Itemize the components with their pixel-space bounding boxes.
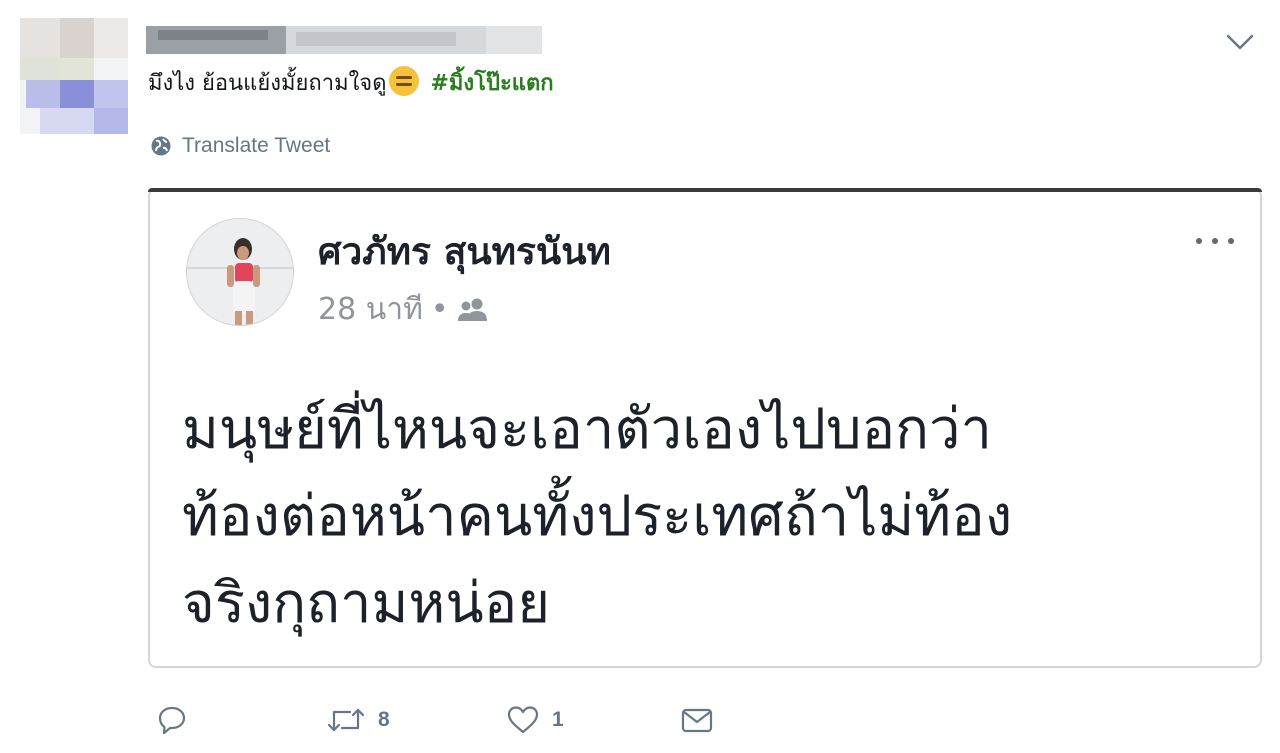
hashtag-link[interactable]: #มิ้งโป๊ะแตก — [431, 71, 554, 96]
post-body-line: จริงกุถามหน่อย — [182, 571, 551, 636]
post-author-name[interactable]: ศวภัทร สุนทรนันท — [318, 222, 611, 281]
like-count: 1 — [552, 708, 564, 731]
translate-tweet-button[interactable]: Translate Tweet — [150, 132, 330, 160]
tweet-text-body: มึงไง ย้อนแย้งมั้ยถามใจดู — [148, 71, 387, 96]
reply-button[interactable] — [156, 700, 200, 740]
expressionless-face-icon — [388, 66, 419, 96]
post-body: มนุษย์ที่ไหนจะเอาตัวเองไปบอกว่า ท้องต่อห… — [182, 386, 1242, 647]
post-author-avatar[interactable] — [186, 218, 294, 326]
post-time[interactable]: 28 นาที — [318, 286, 423, 333]
post-body-line: ท้องต่อหน้าคนทั้งประเทศถ้าไม่ท้อง — [182, 484, 1013, 549]
tweet-actions: 8 1 — [148, 700, 748, 740]
meta-separator: • — [430, 292, 449, 327]
embedded-facebook-post[interactable]: ศวภัทร สุนทรนันท 28 นาที • มนุษย์ที่ไหนจ… — [148, 188, 1262, 668]
friends-icon — [457, 298, 487, 321]
tweet-text: มึงไง ย้อนแย้งมั้ยถามใจดู #มิ้งโป๊ะแตก — [148, 66, 554, 102]
retweet-button[interactable]: 8 — [326, 700, 390, 740]
tweet-author-header-blurred[interactable] — [146, 24, 546, 58]
post-meta: 28 นาที • — [318, 286, 491, 333]
tweet-author-avatar[interactable] — [20, 18, 128, 134]
like-button[interactable]: 1 — [506, 700, 564, 740]
retweet-icon — [327, 708, 365, 732]
reply-icon — [158, 706, 186, 735]
more-options-icon[interactable] — [1190, 226, 1240, 256]
direct-message-button[interactable] — [680, 700, 726, 740]
chevron-down-icon[interactable] — [1222, 26, 1258, 56]
translate-label: Translate Tweet — [182, 134, 331, 157]
globe-icon — [151, 136, 171, 156]
envelope-icon — [681, 708, 713, 733]
post-body-line: มนุษย์ที่ไหนจะเอาตัวเองไปบอกว่า — [182, 397, 992, 462]
retweet-count: 8 — [378, 708, 390, 731]
heart-icon — [507, 706, 539, 734]
